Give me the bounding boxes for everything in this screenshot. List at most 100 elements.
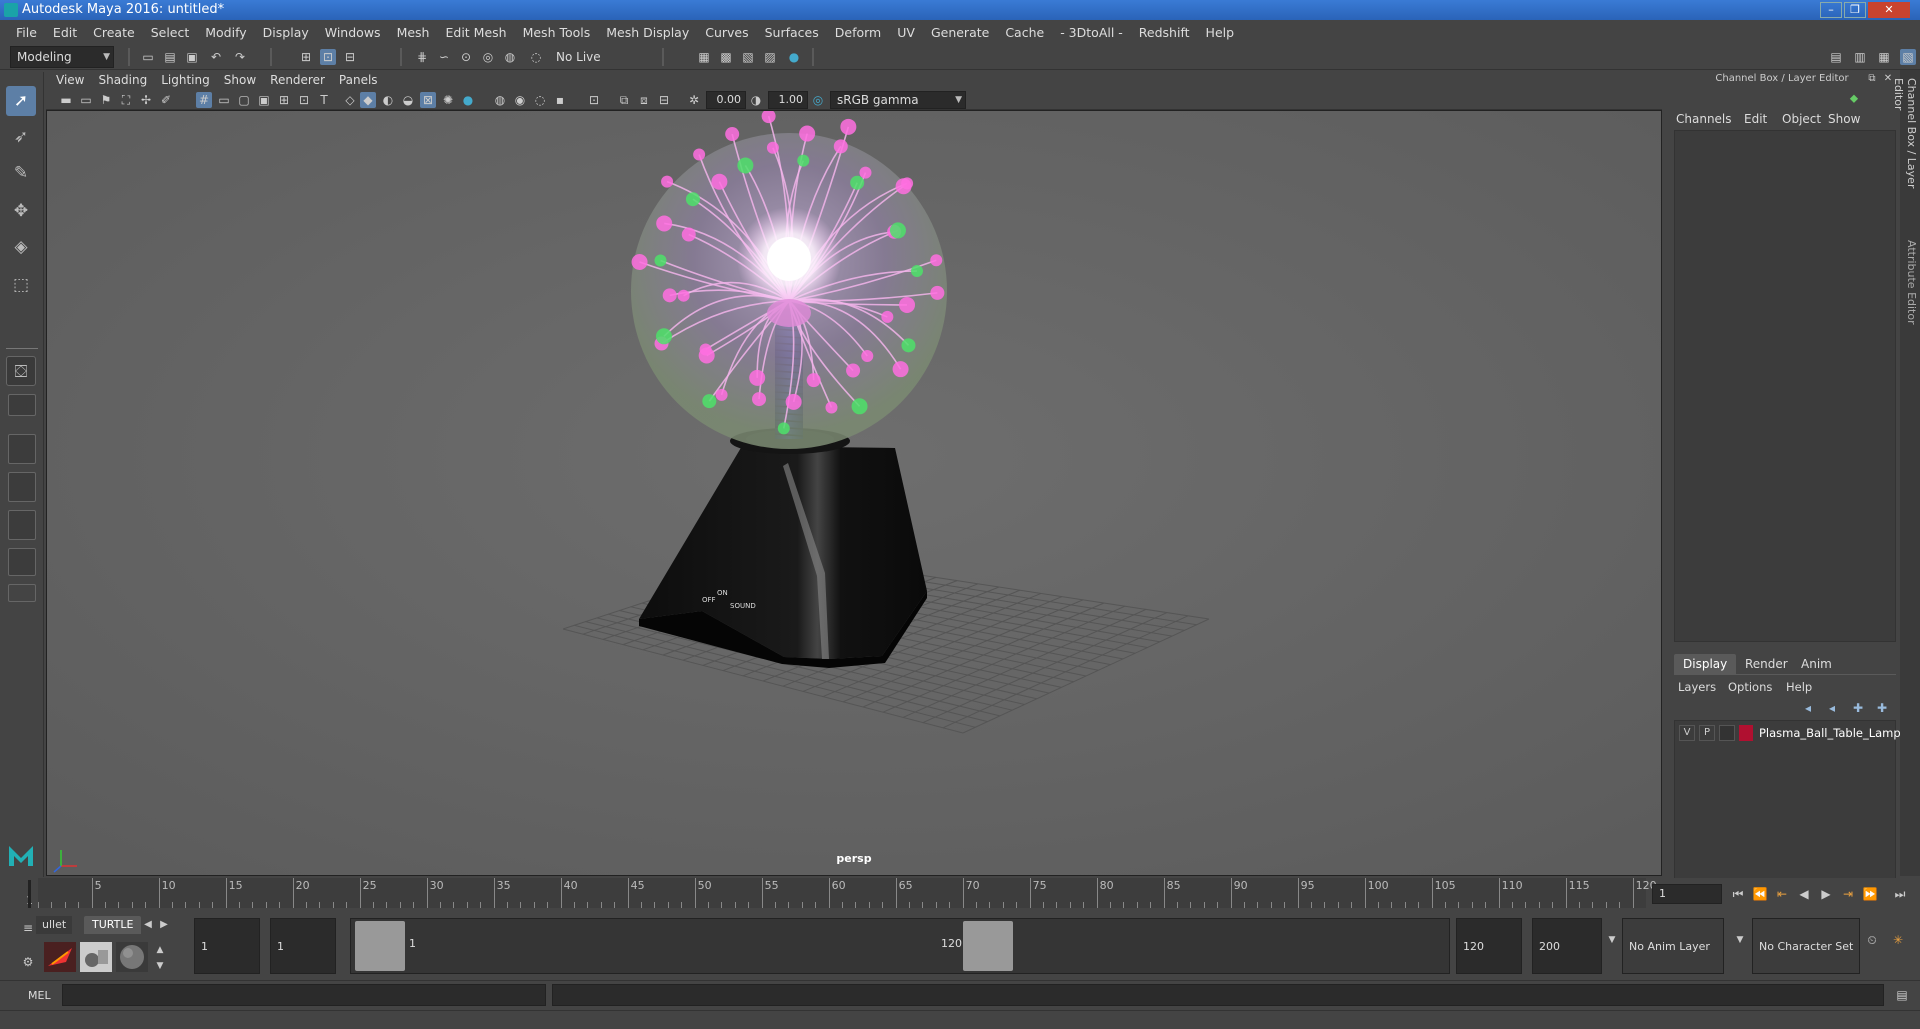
undo-icon[interactable]: ↶ — [208, 49, 224, 65]
turtle-render-globals-icon[interactable] — [80, 942, 112, 972]
shelf-menu-icon[interactable]: ≡ — [20, 920, 36, 936]
viewport-persp[interactable]: OFF ON SOUND persp — [46, 110, 1662, 876]
hypershade-icon[interactable]: ● — [786, 49, 802, 65]
bookmark-icon[interactable]: ⚑ — [98, 92, 114, 108]
safe-action-icon[interactable]: ⊡ — [296, 92, 312, 108]
ipr-render-icon[interactable]: ▧ — [740, 49, 756, 65]
character-set-dropdown[interactable]: No Character Set — [1752, 918, 1860, 974]
playback-start-field[interactable]: 1 — [270, 918, 336, 974]
layout-outliner-icon[interactable] — [8, 548, 36, 576]
redo-icon[interactable]: ↷ — [232, 49, 248, 65]
new-scene-icon[interactable]: ▭ — [140, 49, 156, 65]
side-tab-channel-box[interactable]: Channel Box / Layer Editor — [1892, 78, 1918, 208]
exposure-field[interactable]: 0.00 — [706, 91, 746, 109]
scale-tool-icon[interactable]: ⬚ — [6, 270, 36, 300]
wireframe-icon[interactable]: ◇ — [342, 92, 358, 108]
gamma-icon[interactable]: ◑ — [748, 92, 764, 108]
command-input[interactable] — [62, 984, 546, 1006]
lasso-tool-icon[interactable]: ➶ — [6, 122, 36, 152]
color-space-dropdown[interactable]: sRGB gamma ▼ — [830, 91, 966, 109]
time-slider[interactable]: 1 51015202530354045505560657075808590951… — [26, 878, 1657, 908]
current-time-marker[interactable] — [28, 880, 31, 908]
menu-mesh-display[interactable]: Mesh Display — [598, 25, 697, 40]
auto-key-icon[interactable]: ⏲ — [1864, 932, 1880, 948]
shelf-next-icon[interactable]: ▶ — [156, 917, 172, 933]
playback-end-field[interactable]: 120 — [1456, 918, 1522, 974]
channel-edit-menu[interactable]: Edit — [1744, 112, 1767, 126]
anti-alias-icon[interactable]: ◌ — [532, 92, 548, 108]
color-management-icon[interactable]: ◎ — [810, 92, 826, 108]
smooth-shade-icon[interactable]: ◆ — [360, 92, 376, 108]
tab-anim[interactable]: Anim — [1792, 654, 1841, 674]
mode-dropdown[interactable]: Modeling ▼ — [10, 46, 114, 68]
menu-select[interactable]: Select — [143, 25, 198, 40]
step-forward-key-icon[interactable]: ⇥ — [1840, 886, 1856, 902]
panel-menu-view[interactable]: View — [54, 73, 94, 87]
menu-windows[interactable]: Windows — [317, 25, 389, 40]
snap-curve-icon[interactable]: ∽ — [436, 49, 452, 65]
go-to-end-icon[interactable]: ⏭ — [1892, 886, 1908, 902]
select-tool-icon[interactable]: ➚ — [6, 86, 36, 116]
grease-pencil-icon[interactable]: ✐ — [158, 92, 174, 108]
select-hierarchy-icon[interactable]: ⊞ — [298, 49, 314, 65]
scene-end-frame-field[interactable]: 200 — [1532, 918, 1602, 974]
turtle-bake-icon[interactable] — [44, 942, 76, 972]
scene-end-dropdown-icon[interactable]: ▼ — [1604, 932, 1620, 948]
menu-surfaces[interactable]: Surfaces — [757, 25, 827, 40]
move-layer-down-icon[interactable]: ◂ — [1824, 700, 1840, 716]
current-frame-field[interactable]: 1 — [1652, 884, 1722, 904]
layer-help-menu[interactable]: Help — [1786, 680, 1812, 694]
layer-type-toggle[interactable] — [1719, 725, 1735, 741]
menu-file[interactable]: File — [8, 25, 45, 40]
new-empty-layer-icon[interactable]: ✚ — [1850, 700, 1866, 716]
lights-icon[interactable]: ✺ — [440, 92, 456, 108]
snap-grid-icon[interactable]: ⋕ — [414, 49, 430, 65]
toggle-outliner-icon[interactable]: ▥ — [1852, 49, 1868, 65]
xray-icon[interactable]: ⊠ — [420, 92, 436, 108]
panel-menu-panels[interactable]: Panels — [337, 73, 388, 87]
gamma-field[interactable]: 1.00 — [768, 91, 808, 109]
menu-help[interactable]: Help — [1198, 25, 1243, 40]
go-to-start-icon[interactable]: ⏮ — [1730, 886, 1746, 902]
grid-toggle-icon[interactable]: # — [196, 92, 212, 108]
float-panel-icon[interactable]: ⧉ — [1864, 71, 1880, 87]
shelf-scroll-down-icon[interactable]: ▼ — [152, 958, 168, 974]
default-material-icon[interactable]: ◐ — [380, 92, 396, 108]
channel-object-menu[interactable]: Object — [1782, 112, 1821, 126]
film-gate-icon[interactable]: ▭ — [216, 92, 232, 108]
isolate-select-icon[interactable]: ⊡ — [586, 92, 602, 108]
range-end-handle[interactable] — [963, 921, 1013, 971]
new-layer-selected-icon[interactable]: ✚ — [1874, 700, 1890, 716]
layout-four-icon[interactable] — [8, 394, 36, 416]
select-object-icon[interactable]: ⊡ — [320, 49, 336, 65]
layer-color-swatch[interactable] — [1739, 725, 1753, 741]
menu-3dtoall[interactable]: - 3DtoAll - — [1052, 25, 1131, 40]
shelf-settings-icon[interactable]: ⚙ — [20, 954, 36, 970]
maximize-button[interactable]: ❐ — [1844, 2, 1866, 18]
panel-menu-shading[interactable]: Shading — [96, 73, 157, 87]
render-settings-icon[interactable]: ▨ — [762, 49, 778, 65]
gate-mask-icon[interactable]: ▣ — [256, 92, 272, 108]
menu-create[interactable]: Create — [85, 25, 143, 40]
workspace-icon[interactable]: ▤ — [1828, 49, 1844, 65]
menu-deform[interactable]: Deform — [827, 25, 889, 40]
exposure-icon[interactable]: ✲ — [686, 92, 702, 108]
ambient-occlusion-icon[interactable]: ◍ — [492, 92, 508, 108]
range-start-handle[interactable] — [355, 921, 405, 971]
layers-menu[interactable]: Layers — [1678, 680, 1716, 694]
toggle-attribute-icon[interactable]: ▦ — [1876, 49, 1892, 65]
layer-visible-toggle[interactable]: V — [1679, 725, 1695, 741]
shelf-tab-bullet[interactable]: ullet — [36, 916, 73, 934]
menu-edit[interactable]: Edit — [45, 25, 85, 40]
menu-edit-mesh[interactable]: Edit Mesh — [437, 25, 514, 40]
wireframe-on-shaded-icon[interactable]: ⊟ — [656, 92, 672, 108]
menu-curves[interactable]: Curves — [697, 25, 756, 40]
tab-render[interactable]: Render — [1736, 654, 1797, 674]
field-chart-icon[interactable]: ⊞ — [276, 92, 292, 108]
xray-active-icon[interactable]: ⧈ — [636, 92, 652, 108]
step-back-key-icon[interactable]: ⇤ — [1774, 886, 1790, 902]
shelf-scroll-up-icon[interactable]: ▲ — [152, 942, 168, 958]
single-perspective-icon[interactable]: ⛋ — [6, 356, 36, 386]
side-tab-attribute-editor[interactable]: Attribute Editor — [1902, 240, 1918, 340]
play-backwards-icon[interactable]: ◀ — [1796, 886, 1812, 902]
